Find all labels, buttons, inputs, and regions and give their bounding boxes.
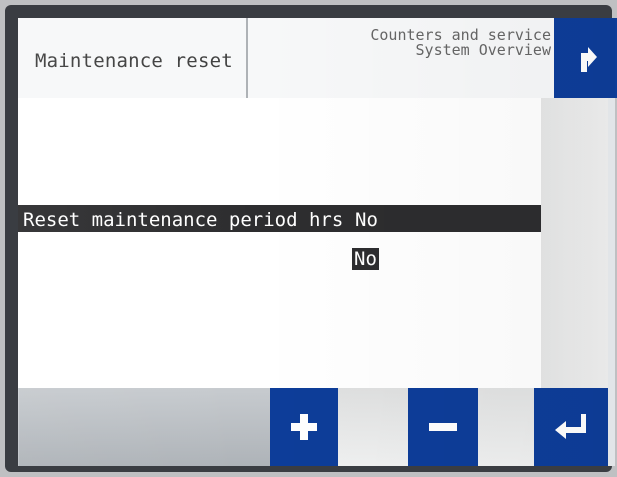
plus-icon: [287, 410, 321, 444]
breadcrumb-line-2: System Overview: [415, 41, 551, 59]
maintenance-screen: Maintenance reset Counters and service S…: [0, 0, 617, 477]
back-arrow-icon: [573, 41, 599, 75]
right-side-strip: [541, 98, 608, 388]
setting-option-value[interactable]: No: [352, 248, 379, 270]
back-button[interactable]: [554, 18, 617, 98]
setting-current-value: No: [355, 209, 378, 231]
breadcrumb: Counters and service System Overview: [370, 28, 551, 58]
bottom-left-strip: [18, 388, 270, 466]
bottom-separator-strip: [338, 388, 408, 466]
decrease-button[interactable]: [408, 388, 478, 466]
bottom-right-separator-strip: [478, 388, 534, 466]
page-title: Maintenance reset: [35, 50, 233, 72]
enter-button[interactable]: [534, 388, 608, 466]
settings-content: [18, 98, 541, 388]
enter-icon: [551, 410, 591, 444]
minus-icon: [426, 419, 460, 435]
setting-label: Reset maintenance period hrs: [23, 209, 344, 231]
increase-button[interactable]: [270, 388, 338, 466]
